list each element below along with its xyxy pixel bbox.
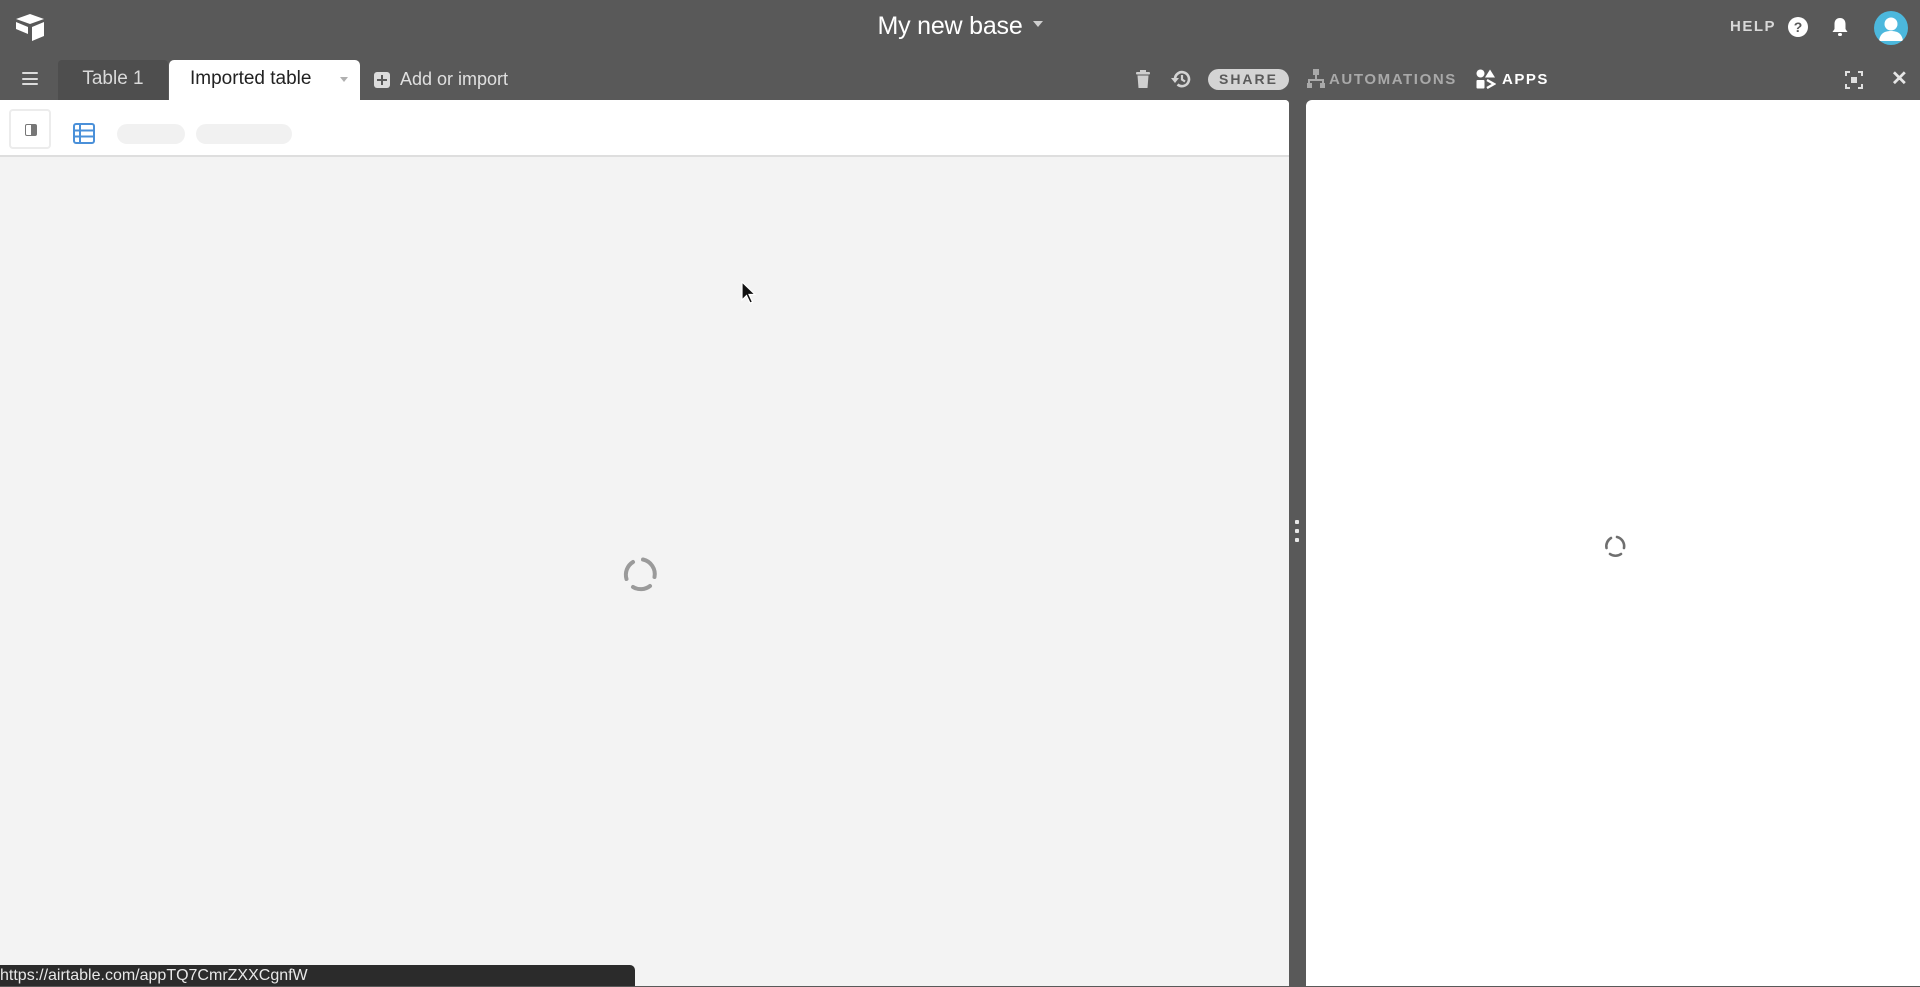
base-title-caret-icon: [1032, 21, 1043, 28]
help-link[interactable]: HELP: [1730, 18, 1776, 35]
loading-spinner-icon: [623, 557, 657, 592]
status-bar-url: https://airtable.com/appTQ7CmrZXXCgnfW: [0, 965, 635, 986]
history-icon[interactable]: [1170, 69, 1192, 89]
automations-flow-icon: [1307, 69, 1325, 88]
panel-resize-handle[interactable]: [1289, 100, 1306, 986]
fullscreen-icon[interactable]: [1845, 71, 1863, 89]
close-panel-icon[interactable]: ✕: [1891, 69, 1908, 89]
share-button[interactable]: SHARE: [1208, 69, 1289, 90]
apps-shapes-icon: [1476, 69, 1496, 89]
table-tab-bar: Table 1 Imported table Add or import SHA…: [0, 56, 1920, 100]
automations-button[interactable]: AUTOMATIONS: [1307, 69, 1457, 89]
loading-placeholder: [196, 124, 292, 144]
add-or-import-button[interactable]: Add or import: [374, 69, 508, 90]
toggle-view-sidebar-button[interactable]: [9, 109, 51, 149]
sidebar-toggle-icon: [25, 124, 37, 136]
apps-side-panel: [1306, 100, 1920, 986]
automations-label: AUTOMATIONS: [1329, 70, 1457, 88]
add-or-import-label: Add or import: [400, 69, 509, 89]
loading-placeholder: [117, 124, 185, 144]
apps-label: APPS: [1502, 70, 1549, 88]
apps-button[interactable]: APPS: [1476, 69, 1549, 89]
hamburger-menu-icon[interactable]: [22, 72, 38, 85]
tab-label: Table 1: [82, 68, 144, 89]
main-panel: [0, 100, 1289, 986]
user-avatar[interactable]: [1874, 11, 1908, 45]
base-title[interactable]: My new base: [0, 12, 1920, 41]
drag-handle-icon: [1295, 520, 1299, 547]
view-toolbar: [0, 100, 1289, 157]
user-silhouette-icon: [1879, 17, 1903, 41]
grid-view-icon[interactable]: [73, 123, 95, 144]
mouse-cursor-icon: [741, 281, 757, 304]
plus-square-icon: [374, 71, 390, 88]
help-question-icon[interactable]: ?: [1788, 17, 1808, 37]
base-title-label: My new base: [877, 12, 1023, 40]
tab-dropdown-caret-icon[interactable]: [340, 77, 348, 82]
top-bar: My new base HELP ?: [0, 0, 1920, 56]
loading-spinner-icon: [1605, 535, 1626, 557]
tab-table-1[interactable]: Table 1: [58, 60, 168, 100]
trash-icon[interactable]: [1136, 70, 1150, 88]
tab-label: Imported table: [190, 68, 312, 89]
tab-imported-table[interactable]: Imported table: [169, 60, 360, 100]
notification-bell-icon[interactable]: [1830, 16, 1850, 38]
